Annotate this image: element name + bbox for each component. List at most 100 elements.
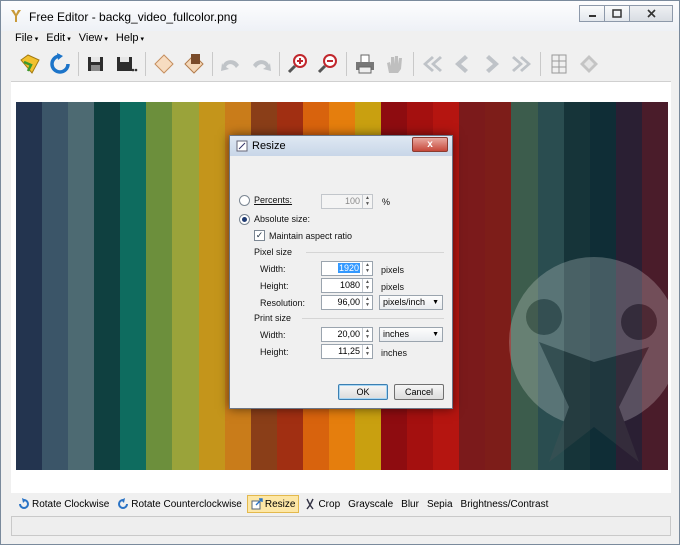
maintain-aspect-label: Maintain aspect ratio [269,231,353,241]
last-icon [512,56,531,72]
last-image-button[interactable] [507,49,537,79]
grayscale-label: Grayscale [348,498,394,510]
print-width-input[interactable]: 20,00 ▲ ▼ [321,327,373,342]
pixel-size-heading: Pixel size [254,247,293,257]
resolution-label: Resolution: [260,298,306,308]
eraser-button[interactable] [149,49,179,79]
width-label: Width: [260,264,286,274]
toolbar-separator [212,52,213,76]
title-bar[interactable]: Free Editor - backg_video_fullcolor.png [1,1,679,31]
sepia-label: Sepia [426,498,453,510]
color-stripe [120,102,147,470]
check-icon: ✓ [255,230,264,240]
resize-dialog: Resize x Percents: 100 ▲ ▼ % Absolute siz… [229,135,453,409]
width-input[interactable]: 1920 ▲ ▼ [321,261,373,276]
zoom-in-icon [287,54,307,74]
height-input[interactable]: 1080 ▲ ▼ [321,278,373,293]
pan-button[interactable] [380,49,410,79]
reload-icon [50,53,70,74]
absolute-size-radio[interactable] [239,214,250,225]
zoom-in-button[interactable] [283,49,313,79]
brightness-contrast-action[interactable]: Brightness/Contrast [458,495,552,513]
print-height-input[interactable]: 11,25 ▲ ▼ [321,344,373,359]
spin-arrows-icon[interactable]: ▲ ▼ [362,296,372,309]
undo-button[interactable] [216,49,246,79]
menu-file[interactable]: File ▾ [11,31,42,47]
menu-help[interactable]: Help ▾ [112,31,148,47]
menu-edit-label: Edit [46,32,66,44]
logo-watermark-icon [509,257,669,462]
reload-button[interactable] [45,49,75,79]
resize-action[interactable]: Resize [246,495,300,513]
zoom-out-button[interactable] [313,49,343,79]
print-unit-value: inches [383,329,410,339]
toolbar-separator [346,52,347,76]
chevron-down-icon: ▾ [104,36,108,43]
crop-action[interactable]: Crop [301,495,343,513]
fit-button[interactable] [574,49,604,79]
resolution-input[interactable]: 96,00 ▲ ▼ [321,295,373,310]
ok-button[interactable]: OK [338,384,388,400]
blur-label: Blur [401,498,419,510]
print-width-label: Width: [260,330,286,340]
spin-arrows-icon[interactable]: ▲ ▼ [362,279,372,292]
close-button[interactable] [629,5,673,22]
previous-image-button[interactable] [447,49,477,79]
brightness-contrast-label: Brightness/Contrast [460,498,549,510]
grayscale-action[interactable]: Grayscale [345,495,396,513]
blur-action[interactable]: Blur [398,495,422,513]
resolution-unit-value: pixels/inch [383,297,426,307]
open-button[interactable] [15,49,45,79]
dialog-title-bar[interactable]: Resize x [230,136,452,156]
color-stripe [459,102,486,470]
resolution-unit-select[interactable]: pixels/inch ▼ [379,295,443,310]
save-as-icon [117,57,138,72]
percents-input[interactable]: 100 ▲ ▼ [321,194,373,209]
color-stripe [94,102,121,470]
first-image-button[interactable] [417,49,447,79]
dialog-close-button[interactable]: x [412,137,448,152]
maintain-aspect-checkbox[interactable]: ✓ [254,230,265,241]
absolute-size-label: Absolute size: [254,214,311,224]
fit-icon [580,55,598,73]
rotate-clockwise-action[interactable]: Rotate Clockwise [15,495,112,513]
paste-button[interactable] [179,49,209,79]
toolbar-separator [78,52,79,76]
app-window: Free Editor - backg_video_fullcolor.png … [0,0,680,545]
toolbar-separator [413,52,414,76]
save-button[interactable] [82,49,112,79]
print-button[interactable] [350,49,380,79]
spin-arrows-icon[interactable]: ▲ ▼ [362,345,372,358]
cancel-button[interactable]: Cancel [394,384,444,400]
rotate-counterclockwise-action[interactable]: Rotate Counterclockwise [114,495,245,513]
rotate-clockwise-label: Rotate Clockwise [32,498,110,510]
grid-button[interactable] [544,49,574,79]
menu-edit[interactable]: Edit ▾ [42,31,74,47]
height-label: Height: [260,281,289,291]
color-stripe [172,102,199,470]
rotate-cw-icon [19,498,29,509]
sepia-action[interactable]: Sepia [424,495,456,513]
print-unit-select[interactable]: inches ▼ [379,327,443,342]
undo-icon [221,60,239,71]
spin-arrows-icon[interactable]: ▲ ▼ [362,328,372,341]
next-image-button[interactable] [477,49,507,79]
spin-arrows-icon[interactable]: ▲ ▼ [362,262,372,275]
menu-view[interactable]: View ▾ [75,31,112,47]
resize-label: Resize [264,498,296,510]
spin-arrows-icon[interactable]: ▲ ▼ [362,195,372,208]
close-icon [646,9,656,18]
color-stripe [198,102,225,470]
color-stripe [16,102,43,470]
group-divider [306,252,444,253]
percents-radio[interactable] [239,195,250,206]
print-height-unit: inches [381,348,408,358]
redo-icon [253,60,271,71]
redo-button[interactable] [246,49,276,79]
restore-icon [612,9,622,18]
maximize-button[interactable] [604,5,630,22]
save-as-button[interactable] [112,49,142,79]
action-bar: Rotate Clockwise Rotate Counterclockwise… [11,494,671,514]
minimize-button[interactable] [579,5,605,22]
first-icon [423,56,442,72]
